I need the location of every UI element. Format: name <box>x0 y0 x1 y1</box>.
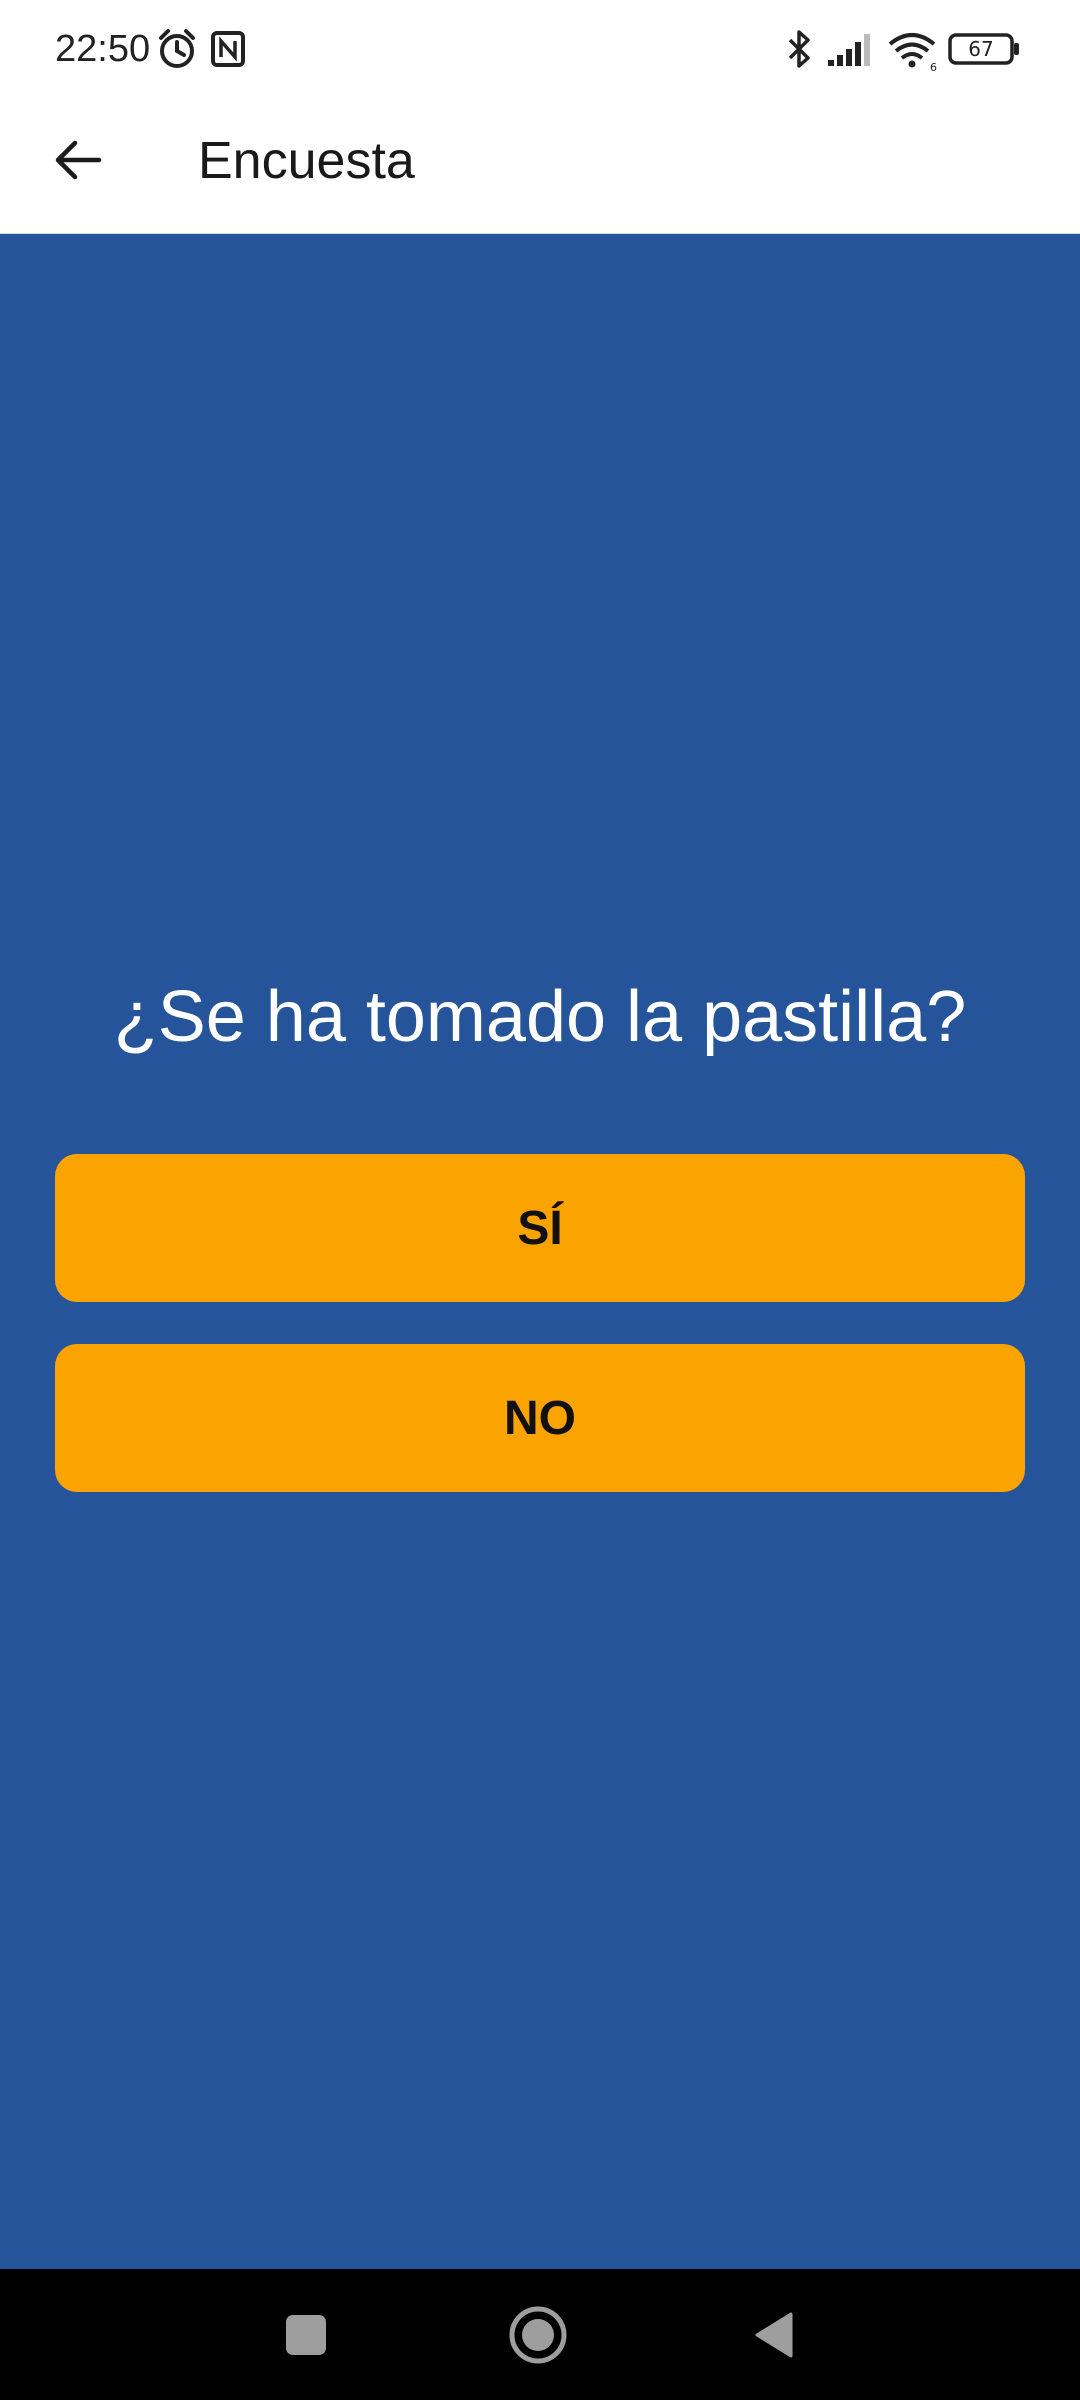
survey-question: ¿Se ha tomado la pastilla? <box>113 977 967 1057</box>
signal-icon <box>826 26 876 72</box>
app-bar: Encuesta <box>0 100 1080 234</box>
home-button[interactable] <box>500 2297 576 2373</box>
home-circle-icon <box>509 2306 567 2364</box>
back-button[interactable] <box>40 122 116 198</box>
no-button[interactable]: NO <box>55 1344 1025 1492</box>
arrow-left-icon <box>55 140 102 180</box>
svg-text:6: 6 <box>930 61 937 72</box>
survey-panel: ¿Se ha tomado la pastilla? SÍ NO <box>0 234 1080 2269</box>
system-nav-bar <box>0 2269 1080 2400</box>
battery-icon: 67 <box>948 26 1022 72</box>
back-nav-button[interactable] <box>736 2297 812 2373</box>
page-title: Encuesta <box>198 132 415 190</box>
status-bar: 22:50 6 67 <box>0 0 1080 100</box>
battery-level: 67 <box>968 37 993 61</box>
yes-button[interactable]: SÍ <box>55 1154 1025 1302</box>
alarm-icon <box>156 26 198 72</box>
wifi-icon: 6 <box>886 26 938 74</box>
bluetooth-icon <box>784 26 814 72</box>
recents-square-icon <box>286 2315 326 2355</box>
back-triangle-icon <box>755 2312 793 2358</box>
status-time: 22:50 <box>55 28 151 70</box>
nfc-icon <box>210 26 246 72</box>
recents-button[interactable] <box>268 2297 344 2373</box>
